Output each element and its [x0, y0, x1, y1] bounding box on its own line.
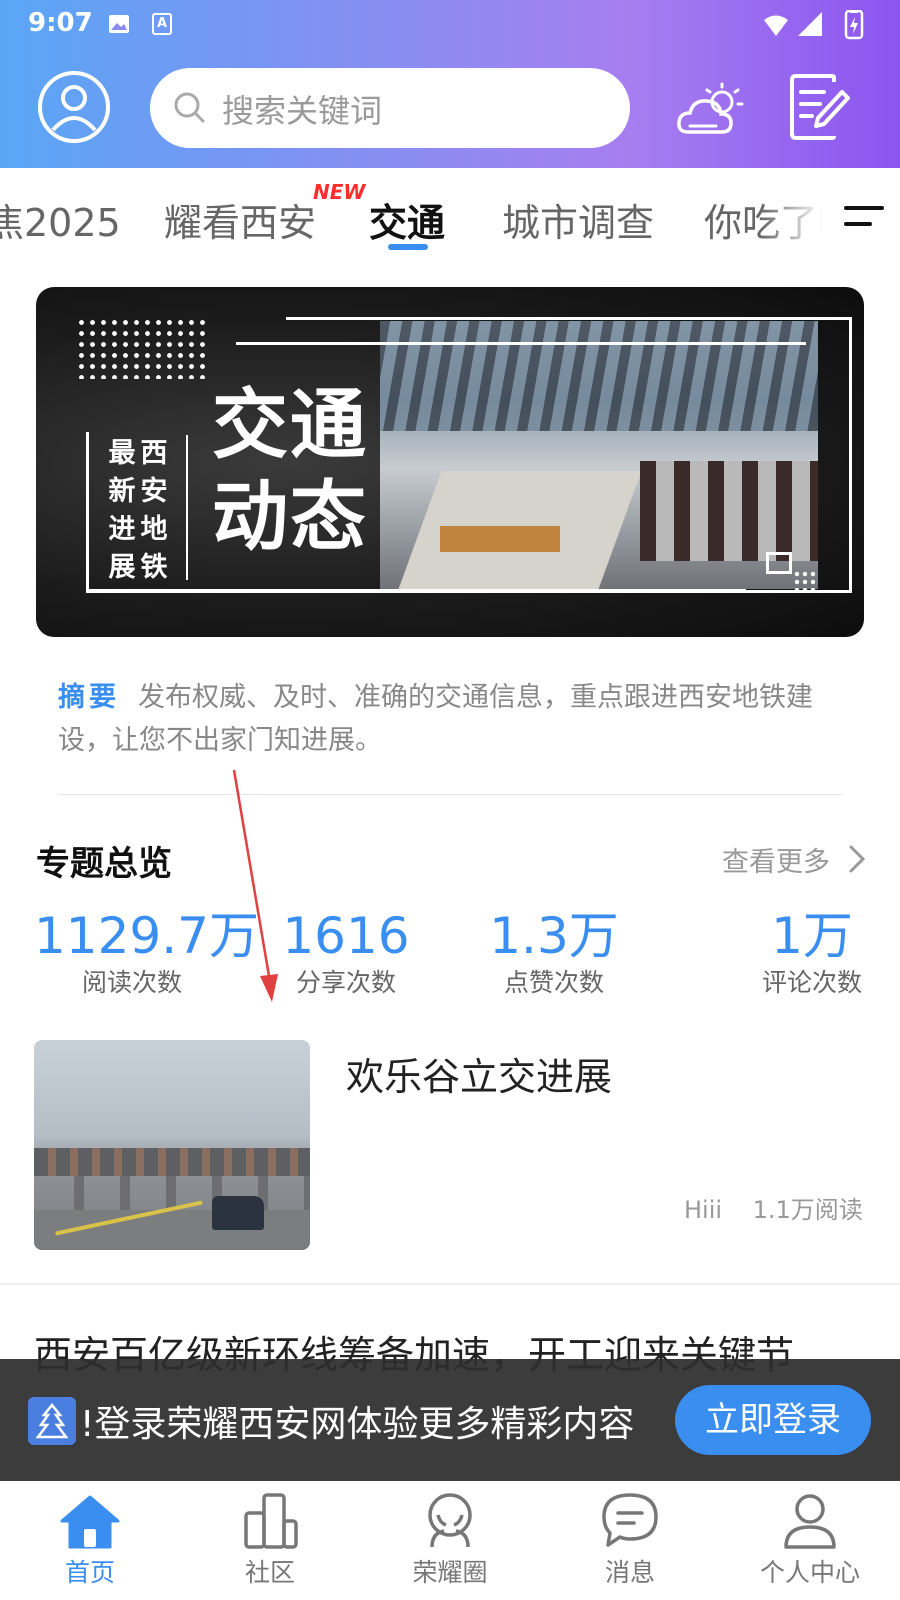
- app-logo-icon: [28, 1397, 76, 1445]
- active-tab-indicator: [388, 244, 428, 250]
- message-icon: [602, 1493, 658, 1547]
- app-a-notification-icon: A: [152, 13, 172, 35]
- category-tabs: 焦2025 耀看西安 NEW 交通 城市调查 你吃了吗: [0, 168, 900, 258]
- article-reads: 1.1万阅读: [752, 1196, 863, 1224]
- note-edit-icon[interactable]: [790, 74, 850, 140]
- overview-title: 专题总览: [36, 844, 172, 884]
- summary-label: 摘要: [58, 682, 120, 713]
- divider: [0, 1283, 900, 1285]
- stat-comments: 1万 评论次数: [761, 907, 862, 997]
- nav-home[interactable]: 首页: [20, 1491, 160, 1595]
- banner-title: 交通 动态: [212, 380, 368, 561]
- summary-text: 发布权威、及时、准确的交通信息，重点跟进西安地铁建设，让您不出家门知进展。: [58, 682, 813, 756]
- bottom-navigation: 首页 社区 荣耀圈 消息 个人中心: [0, 1481, 900, 1600]
- nav-honor-circle[interactable]: 荣耀圈: [380, 1491, 520, 1595]
- article-title[interactable]: 欢乐谷立交进展: [346, 1046, 612, 1101]
- banner-vertical-text: 最西 新安 进地 展铁: [108, 438, 168, 583]
- chevron-right-icon[interactable]: [848, 844, 866, 874]
- tab-focus-2025[interactable]: 焦2025: [0, 192, 121, 247]
- login-prompt-text: !登录荣耀西安网体验更多精彩内容: [80, 1404, 635, 1445]
- article-meta: Hiii 1.1万阅读: [684, 1190, 863, 1225]
- new-badge: NEW: [313, 180, 366, 204]
- tab-city-survey[interactable]: 城市调查: [502, 192, 654, 247]
- status-bar: 9:07 A: [0, 0, 900, 50]
- weather-icon[interactable]: [676, 82, 746, 138]
- stat-likes: 1.3万 点赞次数: [489, 907, 619, 997]
- app-header: 9:07 A 搜索关键词: [0, 0, 900, 168]
- status-time: 9:07: [28, 8, 93, 38]
- image-notification-icon: [109, 15, 129, 33]
- circle-icon: [428, 1493, 472, 1548]
- nav-messages[interactable]: 消息: [560, 1491, 700, 1595]
- tab-traffic[interactable]: 交通: [369, 192, 445, 247]
- profile-icon: [784, 1494, 836, 1549]
- article-author: Hiii: [684, 1196, 723, 1224]
- tab-yaokan-xian[interactable]: 耀看西安: [164, 192, 316, 247]
- stat-reads: 1129.7万 阅读次数: [34, 907, 259, 997]
- login-prompt-bar: !登录荣耀西安网体验更多精彩内容 立即登录: [0, 1359, 900, 1481]
- annotation-arrow: [232, 769, 278, 1002]
- nav-community[interactable]: 社区: [200, 1491, 340, 1595]
- login-button[interactable]: 立即登录: [675, 1385, 871, 1455]
- tab-menu-icon[interactable]: [844, 204, 884, 230]
- see-more-link[interactable]: 查看更多: [722, 840, 830, 879]
- home-icon: [60, 1495, 120, 1549]
- topic-banner[interactable]: 交通 动态 最西 新安 进地 展铁: [36, 287, 864, 637]
- article-thumbnail[interactable]: [34, 1040, 310, 1250]
- topic-summary: 摘要 发布权威、及时、准确的交通信息，重点跟进西安地铁建设，让您不出家门知进展。: [58, 676, 848, 762]
- community-icon: [244, 1493, 298, 1549]
- search-input[interactable]: 搜索关键词: [150, 68, 630, 148]
- stat-shares: 1616 分享次数: [282, 907, 410, 997]
- divider: [58, 794, 842, 795]
- search-icon: [174, 92, 205, 123]
- nav-profile[interactable]: 个人中心: [740, 1491, 880, 1595]
- signal-battery-icons: [764, 10, 864, 40]
- search-placeholder: 搜索关键词: [222, 92, 383, 130]
- avatar-icon[interactable]: [37, 70, 111, 144]
